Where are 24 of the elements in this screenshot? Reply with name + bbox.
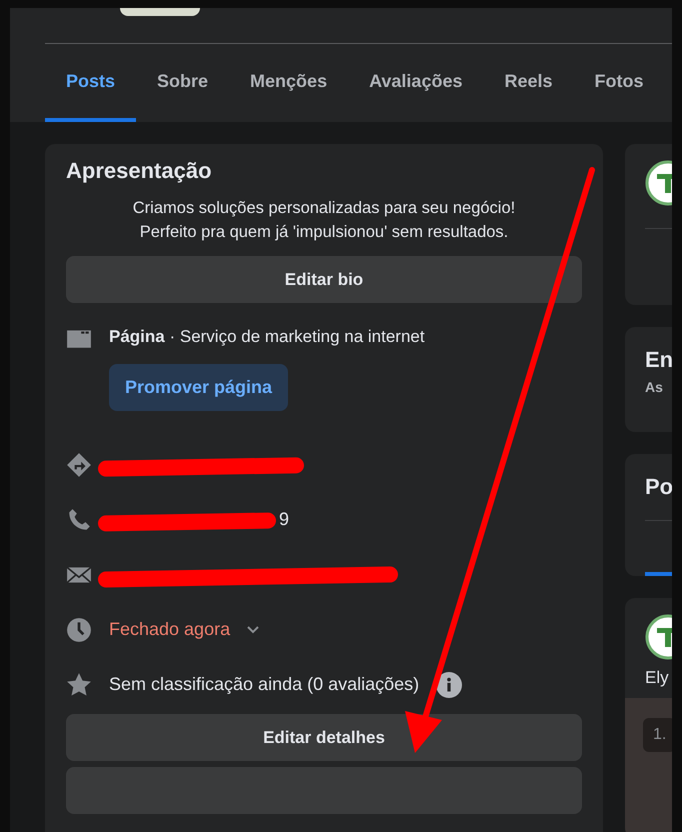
edit-bio-button[interactable]: Editar bio: [66, 256, 582, 303]
author-name: Ely: [645, 668, 670, 688]
promote-page-button[interactable]: Promover página: [109, 364, 288, 411]
card-title: En: [645, 347, 672, 373]
category-text: Página · Serviço de marketing na internet: [109, 326, 425, 348]
tab[interactable]: Reels: [483, 44, 574, 122]
detail-text: 9: [279, 509, 290, 530]
info-icon[interactable]: [436, 672, 462, 698]
detail-text: Sem classificação ainda (0 avaliações): [109, 674, 420, 695]
edit-details-button[interactable]: Editar detalhes: [66, 714, 582, 761]
bio-text: Criamos soluções personalizadas para seu negócio! Perfeito pra quem já 'impulsionou' sem resultados.: [132, 198, 516, 243]
star-icon: [66, 672, 92, 698]
counter-chip: 1.: [643, 718, 672, 752]
tab[interactable]: Sobre: [136, 44, 230, 122]
tab[interactable]: Posts: [45, 44, 136, 122]
card-title: Apresentação: [66, 158, 213, 184]
clock-icon: [66, 616, 92, 642]
tab[interactable]: Avaliações: [348, 44, 484, 122]
card-title: Po: [645, 474, 672, 500]
card-subtitle: As: [645, 379, 664, 395]
tab[interactable]: Fotos: [574, 44, 665, 122]
tab[interactable]: Menções: [229, 44, 348, 122]
detail-text: Fechado agora: [109, 619, 230, 640]
directions-icon: [66, 452, 92, 478]
